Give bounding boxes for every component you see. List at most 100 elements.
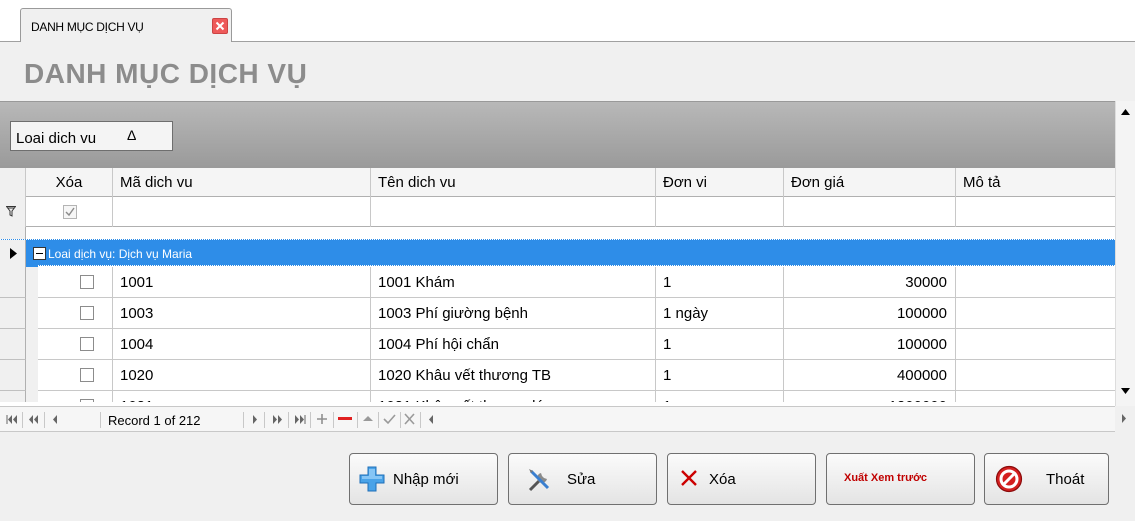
column-header-don-gia[interactable]: Đơn giá [784, 168, 956, 197]
scroll-left-icon[interactable] [428, 415, 434, 424]
row-checkbox[interactable] [80, 275, 94, 289]
edit-button-label: Sửa [567, 471, 596, 488]
edit-button[interactable]: Sửa [508, 453, 657, 505]
cell-xoa [38, 329, 113, 360]
filter-mo-ta[interactable] [956, 197, 1115, 227]
group-by-panel: Loai dich vu Δ [0, 102, 1115, 168]
collapse-icon[interactable] [33, 247, 46, 260]
record-navigator: Record 1 of 212 [0, 406, 1115, 432]
table-row[interactable]: 1021 1021 Khâu vết thương lớn 1 1200000 [0, 391, 1115, 402]
filter-ma-dich-vu[interactable] [113, 197, 371, 227]
nav-separator [333, 412, 334, 428]
sort-ascending-icon: Δ [127, 127, 137, 143]
row-indicator [0, 391, 26, 402]
end-edit-check-icon[interactable] [383, 413, 396, 425]
remove-icon[interactable] [338, 417, 352, 421]
delete-button[interactable]: Xóa [667, 453, 816, 505]
cancel-edit-icon[interactable] [404, 413, 415, 425]
row-indent [26, 298, 38, 329]
nav-separator [288, 412, 289, 428]
cell-don-gia: 100000 [784, 298, 956, 329]
close-icon[interactable] [212, 18, 228, 34]
cell-mo-ta [956, 298, 1115, 329]
cell-mo-ta [956, 267, 1115, 298]
nav-separator [310, 412, 311, 428]
indicator-spacer [0, 227, 26, 239]
scroll-down-icon[interactable] [1121, 388, 1130, 394]
cell-ma-dich-vu: 1001 [113, 267, 371, 298]
row-indent [26, 360, 38, 391]
table-row[interactable]: 1003 1003 Phí giường bệnh 1 ngày 100000 [0, 298, 1115, 329]
data-rows: 1001 1001 Khám 1 30000 1003 1003 Phí giư… [0, 267, 1115, 402]
group-chip-loai-dich-vu[interactable]: Loai dich vu Δ [10, 121, 173, 151]
cell-xoa [38, 360, 113, 391]
filter-icon-cell [0, 197, 26, 227]
cell-don-gia: 100000 [784, 329, 956, 360]
service-grid: Loai dich vu Δ Xóa Mã dich vu Tên dich v… [0, 101, 1115, 432]
current-row-arrow-icon [10, 248, 17, 259]
edit-up-icon[interactable] [363, 415, 373, 422]
exit-button[interactable]: Thoát [984, 453, 1109, 505]
cell-don-vi: 1 ngày [656, 298, 784, 329]
cell-ma-dich-vu: 1020 [113, 360, 371, 391]
filter-don-gia[interactable] [784, 197, 956, 227]
filter-icon[interactable] [6, 206, 16, 217]
previous-record-icon[interactable] [52, 415, 58, 424]
cell-don-vi: 1 [656, 391, 784, 402]
cell-mo-ta [956, 360, 1115, 391]
next-page-icon[interactable] [272, 415, 283, 424]
nav-separator [264, 412, 265, 428]
filter-checkbox[interactable] [63, 205, 77, 219]
scroll-up-icon[interactable] [1121, 109, 1130, 115]
nav-separator [400, 412, 401, 428]
last-page-icon[interactable] [294, 415, 306, 424]
vertical-scrollbar[interactable] [1115, 101, 1135, 406]
column-header-row: Xóa Mã dich vu Tên dich vu Đơn vi Đơn gi… [0, 168, 1115, 197]
column-header-mo-ta[interactable]: Mô tả [956, 168, 1115, 197]
column-header-ma-dich-vu[interactable]: Mã dich vu [113, 168, 371, 197]
previous-page-icon[interactable] [28, 415, 39, 424]
plus-icon [359, 466, 385, 492]
row-indent [26, 267, 38, 298]
table-row[interactable]: 1020 1020 Khâu vết thương TB 1 400000 [0, 360, 1115, 391]
filter-xoa[interactable] [26, 197, 113, 227]
preview-export-button-label: Xuất Xem trước [844, 472, 928, 484]
tab-danh-muc-dich-vu[interactable]: DANH MỤC DỊCH VỤ [20, 8, 232, 42]
cell-ma-dich-vu: 1021 [113, 391, 371, 402]
new-button[interactable]: Nhập mới [349, 453, 498, 505]
cell-ten-dich-vu: 1021 Khâu vết thương lớn [371, 391, 656, 402]
cell-don-vi: 1 [656, 329, 784, 360]
row-checkbox[interactable] [80, 337, 94, 351]
column-header-ten-dich-vu[interactable]: Tên dich vu [371, 168, 656, 197]
table-row[interactable]: 1004 1004 Phí hội chẩn 1 100000 [0, 329, 1115, 360]
filter-row [0, 197, 1115, 227]
nav-separator [420, 412, 421, 428]
row-indicator [0, 298, 26, 329]
delete-x-icon [681, 470, 697, 486]
tab-strip: DANH MỤC DỊCH VỤ [0, 0, 1135, 42]
stop-icon [995, 465, 1023, 493]
delete-button-label: Xóa [709, 471, 736, 488]
cell-don-gia: 400000 [784, 360, 956, 391]
filter-don-vi[interactable] [656, 197, 784, 227]
row-indent [26, 391, 38, 402]
row-checkbox[interactable] [80, 306, 94, 320]
first-page-icon[interactable] [6, 415, 18, 424]
nav-separator [44, 412, 45, 428]
group-row[interactable]: Loai dịch vụ: Dịch vụ Maria [0, 239, 1115, 267]
table-row[interactable]: 1001 1001 Khám 1 30000 [0, 267, 1115, 298]
filter-ten-dich-vu[interactable] [371, 197, 656, 227]
append-icon[interactable] [316, 413, 328, 425]
scroll-right-icon[interactable] [1121, 414, 1127, 423]
row-indent [26, 329, 38, 360]
column-header-don-vi[interactable]: Đơn vi [656, 168, 784, 197]
preview-export-button[interactable]: Xuất Xem trước [826, 453, 975, 505]
row-indicator [0, 360, 26, 391]
cell-ma-dich-vu: 1003 [113, 298, 371, 329]
page-title: DANH MỤC DỊCH VỤ [24, 58, 308, 89]
row-checkbox[interactable] [80, 368, 94, 382]
next-record-icon[interactable] [252, 415, 258, 424]
row-checkbox[interactable] [80, 399, 94, 402]
column-header-xoa[interactable]: Xóa [26, 168, 113, 197]
checkmark-icon [65, 207, 75, 217]
